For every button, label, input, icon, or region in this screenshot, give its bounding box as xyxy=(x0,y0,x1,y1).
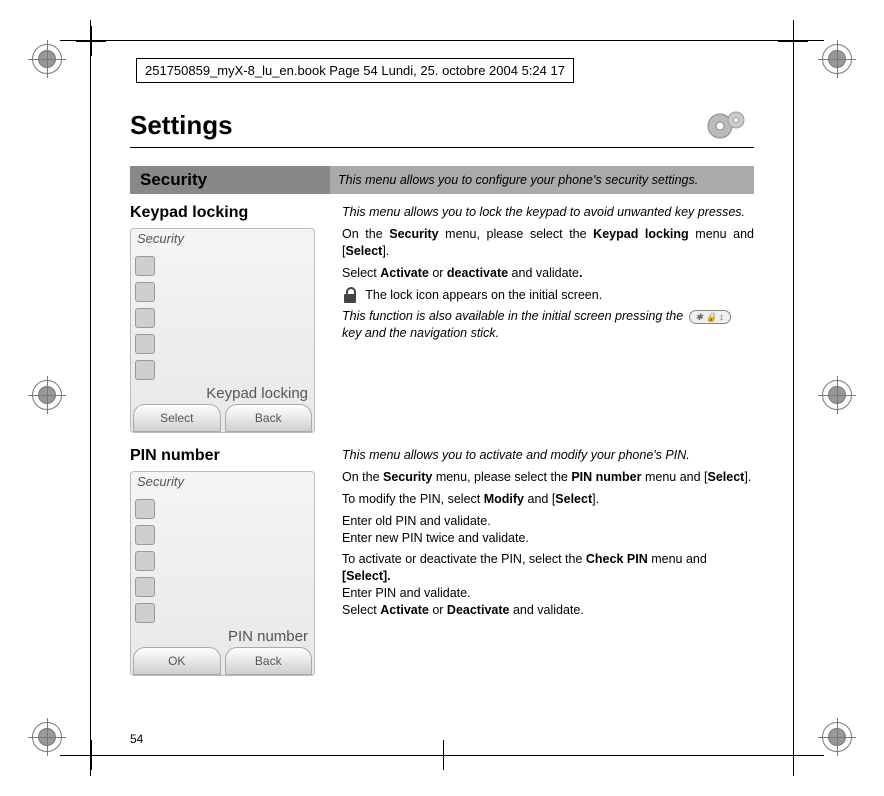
page-title: Settings xyxy=(130,110,754,148)
crop-cross-icon xyxy=(778,26,808,56)
list-item xyxy=(135,496,310,522)
section-description: This menu allows you to configure your p… xyxy=(330,169,754,191)
keypad-heading: Keypad locking xyxy=(130,204,330,222)
pin-para-7: Select Activate or Deactivate and valida… xyxy=(342,602,754,619)
list-item xyxy=(135,253,310,279)
keypad-para-2: Select Activate or deactivate and valida… xyxy=(342,265,754,282)
keypad-para-4: This function is also available in the i… xyxy=(342,308,754,342)
pin-number-row: PIN number Security PIN number OK Back T… xyxy=(130,447,754,676)
section-header-bar: Security This menu allows you to configu… xyxy=(130,166,754,194)
phone-screenshot-keypad: Security Keypad locking Select Back xyxy=(130,228,315,433)
screenshot-title: Security xyxy=(137,231,184,246)
list-item xyxy=(135,357,310,383)
pin-para-1: On the Security menu, please select the … xyxy=(342,469,754,486)
pin-para-3: Enter old PIN and validate. xyxy=(342,513,754,530)
menu-item-icon xyxy=(135,308,155,328)
menu-item-icon xyxy=(135,360,155,380)
softkey-left: Select xyxy=(133,404,221,432)
list-item xyxy=(135,279,310,305)
registration-mark-icon xyxy=(32,722,62,752)
softkey-right: Back xyxy=(225,647,313,675)
menu-item-icon xyxy=(135,256,155,276)
section-label: Security xyxy=(130,166,330,194)
menu-item-icon xyxy=(135,334,155,354)
list-item xyxy=(135,522,310,548)
screenshot-title: Security xyxy=(137,474,184,489)
keypad-para-3: The lock icon appears on the initial scr… xyxy=(342,287,754,304)
pin-intro: This menu allows you to activate and mod… xyxy=(342,447,754,464)
page-header-runner: 251750859_myX-8_lu_en.book Page 54 Lundi… xyxy=(130,56,754,85)
keypad-para-1: On the Security menu, please select the … xyxy=(342,226,754,260)
crop-cross-icon xyxy=(778,740,808,770)
pin-para-4: Enter new PIN twice and validate. xyxy=(342,530,754,547)
menu-item-icon xyxy=(135,499,155,519)
crop-line-top xyxy=(60,40,824,41)
screenshot-caption: Keypad locking xyxy=(206,385,308,402)
keypad-locking-row: Keypad locking Security Keypad locking S… xyxy=(130,204,754,433)
menu-item-icon xyxy=(135,603,155,623)
softkey-left: OK xyxy=(133,647,221,675)
lock-icon xyxy=(342,287,358,303)
list-item xyxy=(135,331,310,357)
pin-heading: PIN number xyxy=(130,447,330,465)
star-key-icon: ✱ 🔒 ↕ xyxy=(689,310,731,324)
pin-para-2: To modify the PIN, select Modify and [Se… xyxy=(342,491,754,508)
registration-mark-icon xyxy=(32,380,62,410)
crop-cross-icon xyxy=(76,740,106,770)
softkey-right: Back xyxy=(225,404,313,432)
crop-line-left xyxy=(90,20,91,776)
page-number: 54 xyxy=(130,732,143,746)
runner-text: 251750859_myX-8_lu_en.book Page 54 Lundi… xyxy=(136,58,574,83)
crop-cross-icon xyxy=(428,740,458,770)
list-item xyxy=(135,305,310,331)
list-item xyxy=(135,548,310,574)
list-item xyxy=(135,600,310,626)
screenshot-caption: PIN number xyxy=(228,628,308,645)
page-content: Settings Security This menu allows you t… xyxy=(130,110,754,706)
phone-screenshot-pin: Security PIN number OK Back xyxy=(130,471,315,676)
screenshot-menu-list xyxy=(135,253,310,383)
screenshot-menu-list xyxy=(135,496,310,626)
menu-item-icon xyxy=(135,551,155,571)
menu-item-icon xyxy=(135,525,155,545)
list-item xyxy=(135,574,310,600)
menu-item-icon xyxy=(135,282,155,302)
registration-mark-icon xyxy=(822,722,852,752)
menu-item-icon xyxy=(135,577,155,597)
crop-cross-icon xyxy=(76,26,106,56)
registration-mark-icon xyxy=(822,380,852,410)
registration-mark-icon xyxy=(822,44,852,74)
keypad-intro: This menu allows you to lock the keypad … xyxy=(342,204,754,221)
pin-para-5: To activate or deactivate the PIN, selec… xyxy=(342,551,754,585)
crop-line-right xyxy=(793,20,794,776)
registration-mark-icon xyxy=(32,44,62,74)
pin-para-6: Enter PIN and validate. xyxy=(342,585,754,602)
